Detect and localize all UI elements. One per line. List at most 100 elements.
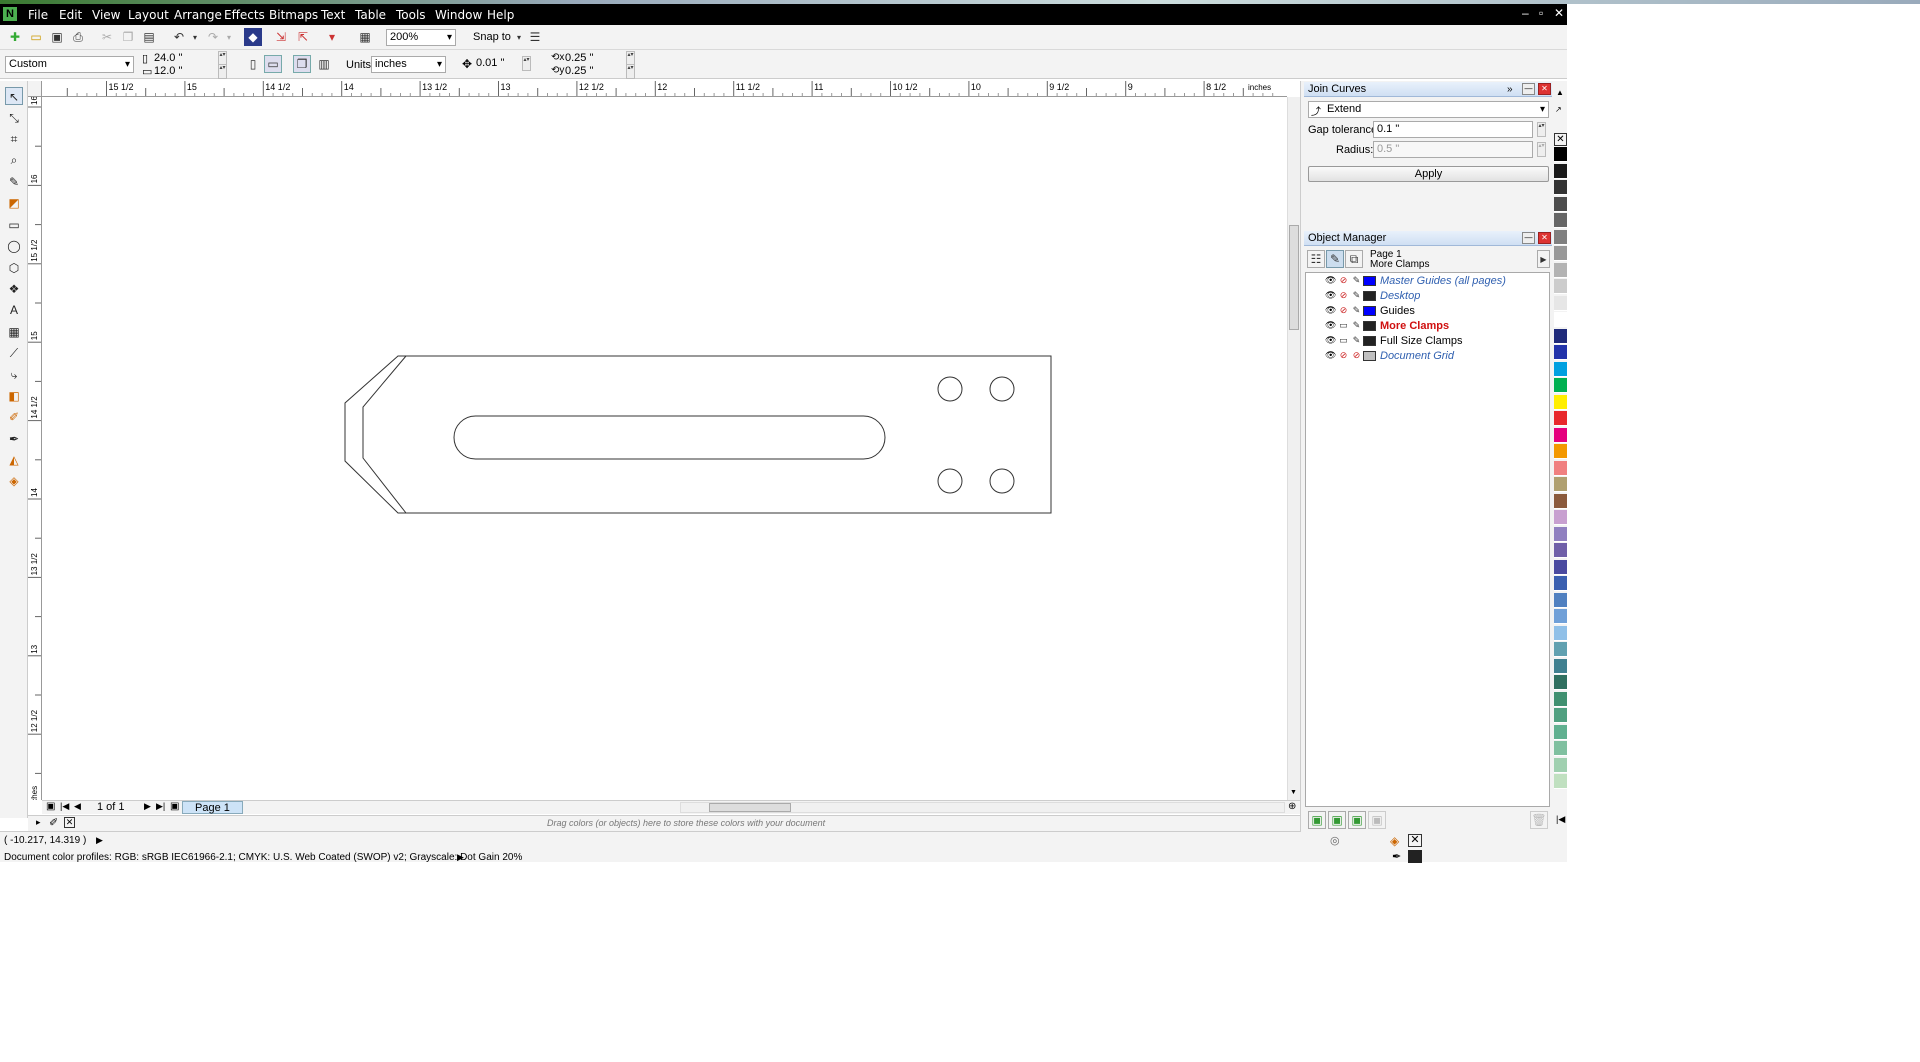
layer-name[interactable]: Full Size Clamps bbox=[1380, 335, 1463, 347]
new-layer-icon[interactable]: ▣ bbox=[1308, 811, 1326, 829]
gap-tolerance-spinner[interactable]: ▴▾ bbox=[1537, 122, 1546, 137]
layer-color-swatch[interactable] bbox=[1363, 291, 1376, 301]
palette-swatch[interactable] bbox=[1554, 675, 1567, 690]
import-icon[interactable]: ⇲ bbox=[272, 28, 290, 46]
page-height-input[interactable]: 12.0 " bbox=[151, 64, 216, 81]
palette-no-color-icon[interactable]: ✕ bbox=[1554, 133, 1567, 146]
palette-swatch[interactable] bbox=[1554, 213, 1567, 228]
palette-swatch[interactable] bbox=[1554, 724, 1567, 740]
show-object-properties-icon[interactable]: ☷ bbox=[1307, 250, 1325, 268]
fill-tool-icon[interactable]: ◭ bbox=[5, 451, 23, 469]
layer-color-swatch[interactable] bbox=[1363, 276, 1376, 286]
ellipse-tool-icon[interactable]: ◯ bbox=[5, 237, 23, 255]
rectangle-tool-icon[interactable]: ▭ bbox=[5, 216, 23, 234]
vertical-ruler[interactable]: 16 16 15 1/2 15 14 1/2 14 13 1/2 13 12 1/2 inches bbox=[28, 97, 42, 800]
clamp-hole[interactable] bbox=[937, 376, 963, 402]
docker-close-icon[interactable]: ✕ bbox=[1538, 83, 1551, 95]
menu-layout[interactable]: Layout bbox=[128, 8, 169, 22]
radius-spinner[interactable]: ▴▾ bbox=[1537, 142, 1546, 157]
menu-file[interactable]: File bbox=[28, 8, 48, 22]
om-minimize-icon[interactable]: — bbox=[1522, 232, 1535, 244]
new-master-layer-odd-icon[interactable]: ▣ bbox=[1368, 811, 1386, 829]
close-icon[interactable]: ✕ bbox=[1554, 6, 1564, 20]
visibility-eye-icon[interactable]: 👁 bbox=[1325, 350, 1336, 361]
undo-dropdown-icon[interactable]: ▾ bbox=[186, 28, 204, 46]
palette-swatch[interactable] bbox=[1554, 180, 1567, 195]
save-icon[interactable]: ▣ bbox=[48, 28, 66, 46]
next-page-icon[interactable]: ▶ bbox=[144, 801, 151, 812]
eyedropper-tool-icon[interactable]: ✐ bbox=[5, 408, 23, 426]
color-palette[interactable]: ▲ ↗ ✕ |◀ bbox=[1553, 81, 1567, 832]
new-document-icon[interactable]: ✚ bbox=[6, 28, 24, 46]
palette-swatch[interactable] bbox=[1554, 642, 1567, 657]
duplicate-y-spinner[interactable]: ▴▾ bbox=[626, 64, 635, 79]
paste-icon[interactable]: ▤ bbox=[140, 28, 158, 46]
restore-icon[interactable]: ▫ bbox=[1539, 6, 1543, 20]
layer-manager-view-icon[interactable]: ⧉ bbox=[1345, 250, 1363, 268]
fill-none-swatch[interactable]: ✕ bbox=[1408, 834, 1422, 847]
palette-swatch[interactable] bbox=[1554, 559, 1567, 575]
height-spinner[interactable]: ▴▾ bbox=[218, 64, 227, 79]
landscape-icon[interactable]: ▭ bbox=[264, 55, 282, 73]
palette-swatch[interactable] bbox=[1554, 312, 1567, 327]
interactive-fill-tool-icon[interactable]: ◈ bbox=[5, 472, 23, 490]
portrait-icon[interactable]: ▯ bbox=[244, 55, 262, 73]
layer-color-swatch[interactable] bbox=[1363, 351, 1376, 361]
om-close-icon[interactable]: ✕ bbox=[1538, 232, 1551, 244]
layer-name[interactable]: Desktop bbox=[1380, 290, 1420, 302]
palette-swatch[interactable] bbox=[1554, 361, 1567, 377]
palette-swatch[interactable] bbox=[1554, 493, 1567, 509]
layer-name[interactable]: Document Grid bbox=[1380, 350, 1454, 362]
all-pages-icon[interactable]: ❐ bbox=[293, 55, 311, 73]
layer-color-swatch[interactable] bbox=[1363, 306, 1376, 316]
lock-edit-icon[interactable]: ✎ bbox=[1351, 290, 1362, 301]
palette-swatch[interactable] bbox=[1554, 411, 1567, 426]
clamp-bevel-line[interactable] bbox=[362, 355, 407, 514]
last-page-icon[interactable]: ▶| bbox=[156, 801, 165, 812]
menu-tools[interactable]: Tools bbox=[396, 8, 426, 22]
palette-swatch[interactable] bbox=[1554, 262, 1567, 278]
layer-row[interactable]: 👁 ▭ ✎ Full Size Clamps bbox=[1306, 334, 1546, 349]
print-icon[interactable]: ⎙ bbox=[69, 28, 87, 46]
pick-tool-icon[interactable]: ↖ bbox=[5, 87, 23, 105]
palette-swatch[interactable] bbox=[1554, 378, 1567, 393]
visibility-eye-icon[interactable]: 👁 bbox=[1325, 335, 1336, 346]
layer-row[interactable]: 👁 ⊘ ⊘ Document Grid bbox=[1306, 349, 1546, 364]
application-launcher-icon[interactable]: ▾ bbox=[323, 28, 341, 46]
nudge-spinner[interactable]: ▴▾ bbox=[522, 56, 531, 71]
docker-expand-icon[interactable]: » bbox=[1507, 82, 1513, 97]
palette-swatch[interactable] bbox=[1554, 427, 1567, 443]
coords-arrow-icon[interactable]: ▶ bbox=[96, 835, 103, 846]
ruler-origin[interactable] bbox=[28, 81, 42, 97]
menu-table[interactable]: Table bbox=[355, 8, 386, 22]
palette-swatch[interactable] bbox=[1554, 526, 1567, 542]
print-toggle-icon[interactable]: ⊘ bbox=[1338, 305, 1349, 316]
minimize-icon[interactable]: – bbox=[1522, 6, 1529, 20]
layer-row[interactable]: 👁 ▭ ✎ More Clamps bbox=[1306, 319, 1546, 334]
visibility-eye-icon[interactable]: 👁 bbox=[1325, 320, 1336, 331]
freehand-tool-icon[interactable]: ✎ bbox=[5, 173, 23, 191]
clamp-hole[interactable] bbox=[989, 468, 1015, 494]
dimension-tool-icon[interactable]: ⟋ bbox=[5, 344, 23, 362]
palette-swatch[interactable] bbox=[1554, 774, 1567, 789]
palette-arrow-icon[interactable]: ↗ bbox=[1555, 105, 1562, 114]
open-icon[interactable]: ▭ bbox=[27, 28, 45, 46]
lock-edit-icon[interactable]: ✎ bbox=[1351, 305, 1362, 316]
palette-swatch[interactable] bbox=[1554, 163, 1567, 179]
radius-input[interactable]: 0.5 " bbox=[1373, 141, 1533, 158]
delete-layer-icon[interactable]: 🗑 bbox=[1530, 811, 1548, 829]
docker-minimize-icon[interactable]: — bbox=[1522, 83, 1535, 95]
palette-swatch[interactable] bbox=[1554, 658, 1567, 674]
layer-row[interactable]: 👁 ⊘ ✎ Guides bbox=[1306, 304, 1546, 319]
layer-row[interactable]: 👁 ⊘ ✎ Master Guides (all pages) bbox=[1306, 274, 1546, 289]
palette-menu-icon[interactable]: ▸ bbox=[36, 817, 41, 828]
palette-swatch[interactable] bbox=[1554, 394, 1567, 410]
copy-icon[interactable]: ❐ bbox=[119, 28, 137, 46]
redo-dropdown-icon[interactable]: ▾ bbox=[220, 28, 238, 46]
palette-swatch[interactable] bbox=[1554, 279, 1567, 294]
new-master-layer-all-icon[interactable]: ▣ bbox=[1348, 811, 1366, 829]
palette-eyedropper-icon[interactable]: ✐ bbox=[49, 816, 58, 829]
drawing-canvas[interactable] bbox=[43, 97, 1286, 799]
horizontal-scroll-thumb[interactable] bbox=[709, 803, 791, 812]
zoom-tool-icon[interactable]: ⌕ bbox=[5, 151, 23, 169]
